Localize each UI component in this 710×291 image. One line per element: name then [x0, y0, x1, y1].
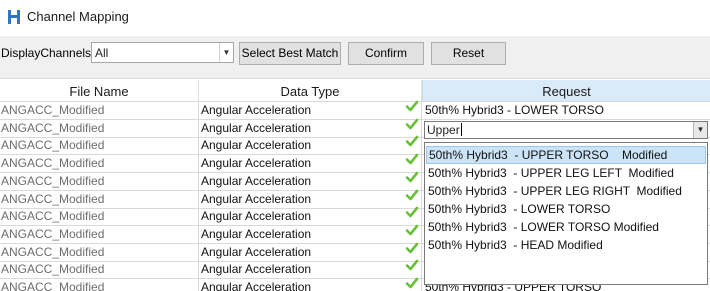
- cell-data-type: Angular Acceleration: [199, 208, 422, 226]
- select-best-match-button[interactable]: Select Best Match: [239, 42, 341, 65]
- request-dropdown-list: 50th% Hybrid3 - UPPER TORSO Modified 50th…: [424, 142, 708, 285]
- checkmark-icon: [405, 171, 419, 183]
- dropdown-option[interactable]: 50th% Hybrid3 - LOWER TORSO: [426, 200, 706, 218]
- checkmark-icon: [405, 242, 419, 253]
- cell-data-type: Angular Acceleration: [199, 225, 422, 243]
- checkmark-icon: [405, 136, 419, 147]
- cell-file-name: ANGACC_Modified: [0, 243, 199, 261]
- display-channels-label: DisplayChannels: [1, 46, 92, 60]
- cell-file-name: ANGACC_Modified: [0, 155, 199, 173]
- dropdown-option[interactable]: 50th% Hybrid3 - UPPER TORSO Modified: [426, 146, 706, 164]
- dropdown-option[interactable]: 50th% Hybrid3 - UPPER LEG LEFT Modified: [426, 164, 706, 182]
- text-caret: [460, 123, 462, 136]
- cell-file-name: ANGACC_Modified: [0, 208, 199, 226]
- column-header-data-type[interactable]: Data Type: [199, 80, 422, 102]
- checkmark-icon: [405, 118, 419, 129]
- column-header-file-name[interactable]: File Name: [0, 80, 199, 102]
- table-row[interactable]: ANGACC_Modified Angular Acceleration 50th%…: [0, 100, 710, 120]
- checkmark-icon: [405, 100, 419, 112]
- cell-file-name: ANGACC_Modified: [0, 102, 199, 119]
- reset-button[interactable]: Reset: [431, 42, 506, 65]
- window-title: Channel Mapping: [27, 9, 129, 24]
- display-channels-select[interactable]: All ▼: [91, 42, 234, 63]
- cell-data-type: Angular Acceleration: [199, 279, 422, 291]
- cell-data-type: Angular Acceleration: [199, 137, 422, 155]
- dropdown-option[interactable]: 50th% Hybrid3 - LOWER TORSO Modified: [426, 218, 706, 236]
- checkmark-icon: [405, 189, 419, 200]
- checkmark-icon: [405, 277, 419, 289]
- toolbar: DisplayChannels All ▼ Select Best Match …: [0, 36, 710, 79]
- display-channels-value: All: [95, 46, 109, 60]
- checkmark-icon: [405, 259, 419, 271]
- cell-file-name: ANGACC_Modified: [0, 225, 199, 243]
- cell-data-type: Angular Acceleration: [199, 172, 422, 190]
- dropdown-option[interactable]: 50th% Hybrid3 - UPPER LEG RIGHT Modified: [426, 182, 706, 200]
- cell-request[interactable]: 50th% Hybrid3 - LOWER TORSO: [423, 102, 710, 119]
- chevron-down-icon[interactable]: ▼: [693, 122, 707, 138]
- title-bar: Channel Mapping: [0, 0, 710, 36]
- cell-data-type: Angular Acceleration: [199, 155, 422, 173]
- cell-file-name: ANGACC_Modified: [0, 137, 199, 155]
- column-header-request[interactable]: Request: [422, 80, 710, 102]
- confirm-button[interactable]: Confirm: [348, 42, 424, 65]
- request-editor-input[interactable]: Upper: [427, 123, 462, 138]
- hyperworks-logo-icon: [8, 10, 20, 24]
- cell-data-type: Angular Acceleration: [199, 190, 422, 208]
- cell-data-type: Angular Acceleration: [199, 119, 422, 137]
- dropdown-option[interactable]: 50th% Hybrid3 - HEAD Modified: [426, 236, 706, 254]
- checkmark-icon: [405, 224, 419, 236]
- checkmark-icon: [405, 153, 419, 165]
- cell-data-type: Angular Acceleration: [199, 102, 422, 119]
- cell-file-name: ANGACC_Modified: [0, 172, 199, 190]
- checkmark-icon: [405, 206, 419, 218]
- cell-file-name: ANGACC_Modified: [0, 190, 199, 208]
- cell-file-name: ANGACC_Modified: [0, 279, 199, 291]
- cell-data-type: Angular Acceleration: [199, 261, 422, 279]
- request-editor-combobox[interactable]: Upper ▼: [424, 121, 708, 139]
- chevron-down-icon[interactable]: ▼: [219, 43, 233, 62]
- cell-file-name: ANGACC_Modified: [0, 261, 199, 279]
- cell-file-name: ANGACC_Modified: [0, 119, 199, 137]
- cell-data-type: Angular Acceleration: [199, 243, 422, 261]
